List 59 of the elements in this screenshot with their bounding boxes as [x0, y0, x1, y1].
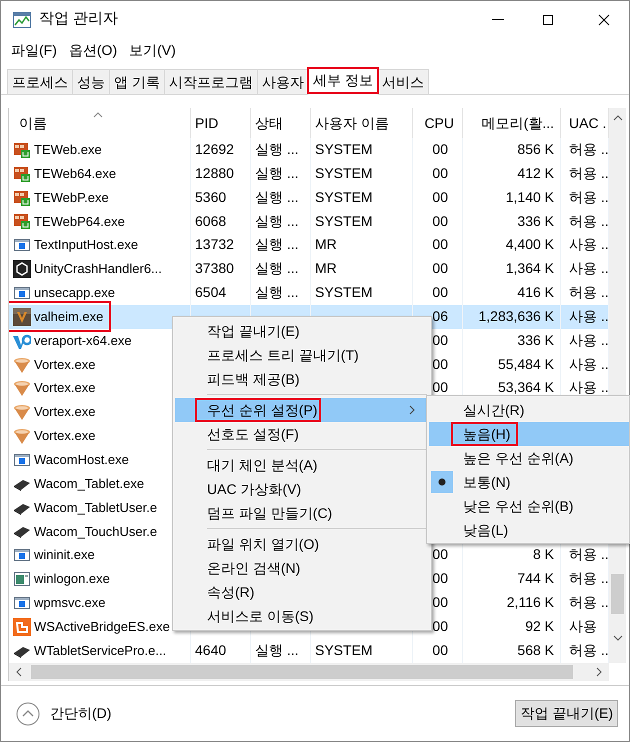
table-cell: 55,484 K: [463, 352, 561, 376]
table-cell: 1,283,636 K: [463, 304, 561, 329]
table-cell: 4,400 K: [463, 233, 561, 258]
process-name: Wacom_Tablet.exe: [34, 474, 144, 493]
table-cell: 1,140 K: [463, 186, 561, 210]
process-name: WSActiveBridgeES.exe: [34, 618, 170, 636]
process-name: TEWebP.exe: [34, 188, 109, 207]
table-cell: 00: [413, 233, 463, 258]
table-cell: 실행 ...: [251, 210, 311, 234]
table-cell: 336 K: [463, 210, 561, 234]
process-name: WacomHost.exe: [34, 450, 129, 469]
process-name: Wacom_TabletUser.e: [34, 498, 158, 517]
table-cell: SYSTEM: [311, 138, 413, 162]
table-cell: 6068: [191, 210, 251, 234]
process-name: winlogon.exe: [34, 570, 110, 588]
table-cell: 실행 ...: [251, 186, 311, 210]
process-name: Vortex.exe: [34, 379, 96, 398]
process-name: TEWebP64.exe: [34, 212, 125, 231]
process-name: valheim.exe: [34, 304, 104, 329]
table-cell: 37380: [191, 257, 251, 282]
process-name: Vortex.exe: [34, 356, 96, 374]
table-cell: 1,364 K: [463, 257, 561, 282]
table-cell: 12880: [191, 162, 251, 186]
table-cell: 12692: [191, 138, 251, 162]
window-title: 작업 관리자: [39, 9, 118, 30]
table-cell: 00: [413, 186, 463, 210]
table-cell: 00: [413, 210, 463, 234]
process-name: TEWeb.exe: [34, 141, 102, 159]
process-name: wpmsvc.exe: [34, 594, 106, 612]
process-name: wininit.exe: [34, 546, 95, 564]
table-cell: 856 K: [463, 138, 561, 162]
table-cell: 412 K: [463, 162, 561, 186]
table-cell: 744 K: [463, 567, 561, 592]
process-name: Vortex.exe: [34, 427, 96, 446]
table-cell: SYSTEM: [311, 210, 413, 234]
process-name: Wacom_TouchUser.e: [34, 522, 158, 541]
table-cell: 5360: [191, 186, 251, 210]
table-cell: MR: [311, 257, 413, 282]
table-cell: 실행 ...: [251, 233, 311, 258]
table-cell: 00: [413, 257, 463, 282]
process-name: WTabletServicePro.e...: [34, 642, 166, 660]
table-cell: 2,116 K: [463, 591, 561, 615]
process-name: UnityCrashHandler6...: [34, 260, 162, 278]
table-cell: 00: [413, 138, 463, 162]
table-cell: 336 K: [463, 328, 561, 353]
table-cell: SYSTEM: [311, 162, 413, 186]
table-cell: 실행 ...: [251, 138, 311, 162]
table-cell: 92 K: [463, 614, 561, 639]
table-cell: 실행 ...: [251, 257, 311, 282]
table-cell: 00: [413, 162, 463, 186]
process-name: unsecapp.exe: [34, 284, 115, 302]
table-cell: SYSTEM: [311, 186, 413, 210]
table-cell: 13732: [191, 233, 251, 258]
process-name: Vortex.exe: [34, 403, 96, 422]
process-name: TextInputHost.exe: [34, 236, 138, 254]
table-cell: MR: [311, 233, 413, 258]
table-cell: 실행 ...: [251, 162, 311, 186]
process-name: veraport-x64.exe: [34, 332, 132, 350]
process-name: TEWeb64.exe: [34, 164, 116, 183]
